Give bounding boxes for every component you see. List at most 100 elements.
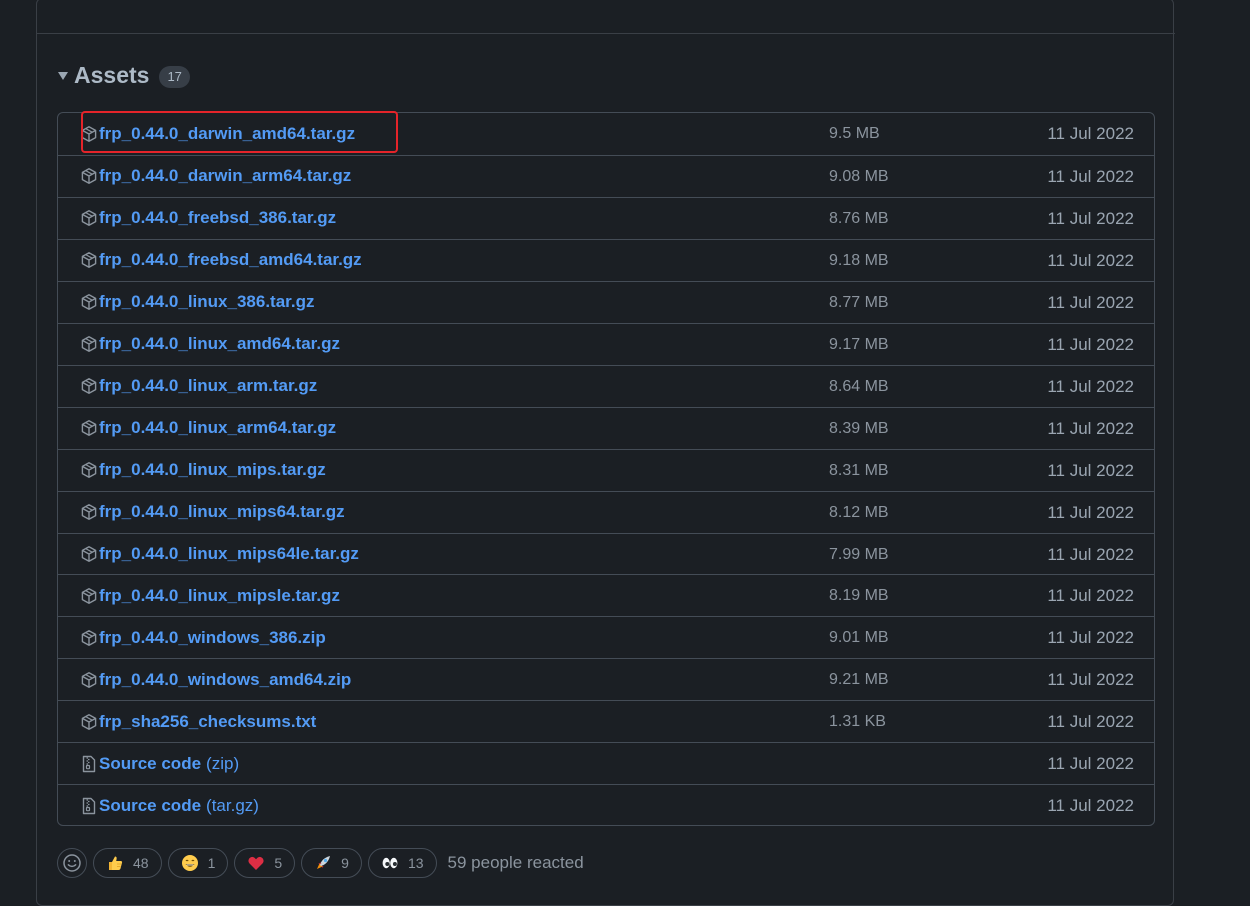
smiley-icon — [63, 854, 81, 872]
asset-date: 11 Jul 2022 — [1047, 754, 1134, 774]
caret-down-icon[interactable] — [58, 72, 68, 80]
asset-date: 11 Jul 2022 — [1047, 586, 1134, 606]
asset-size: 8.12 MB — [829, 503, 889, 521]
laugh-icon — [181, 854, 199, 872]
reaction-count: 13 — [407, 855, 424, 871]
asset-row: frp_0.44.0_linux_mips64.tar.gz 8.12 MB 11 … — [58, 490, 1154, 533]
asset-date: 11 Jul 2022 — [1047, 796, 1134, 816]
asset-format: (zip) — [206, 753, 240, 773]
asset-size: 8.64 MB — [829, 377, 889, 395]
asset-name: frp_0.44.0_linux_arm.tar.gz — [99, 376, 318, 396]
package-icon — [81, 629, 97, 646]
asset-row: frp_0.44.0_windows_amd64.zip 9.21 MB 11 Ju… — [58, 658, 1154, 700]
add-reaction-button[interactable] — [57, 848, 87, 878]
asset-row: Source code (zip) 11 Jul 2022 — [58, 742, 1154, 784]
asset-link[interactable]: frp_0.44.0_windows_amd64.zip — [80, 659, 351, 700]
asset-link[interactable]: frp_0.44.0_linux_mips64.tar.gz — [80, 492, 345, 533]
package-icon — [81, 462, 97, 478]
package-icon — [81, 125, 97, 142]
asset-date: 11 Jul 2022 — [1047, 292, 1134, 312]
asset-row: frp_sha256_checksums.txt 1.31 KB 11 Jul 20… — [58, 700, 1154, 742]
asset-date: 11 Jul 2022 — [1047, 334, 1134, 354]
asset-size: 7.99 MB — [829, 545, 889, 563]
assets-header[interactable]: Assets 17 — [58, 58, 190, 92]
reactions-bar: 48 1 5 9 13 59 people reacted — [57, 846, 584, 880]
reaction-rocket-button[interactable]: 9 — [301, 848, 362, 878]
asset-row: frp_0.44.0_linux_amd64.tar.gz 9.17 MB 11 J… — [58, 322, 1154, 365]
asset-size: 8.39 MB — [829, 419, 889, 437]
asset-row: frp_0.44.0_linux_386.tar.gz 8.77 MB 11 Jul… — [58, 280, 1154, 323]
asset-size: 1.31 KB — [829, 713, 886, 731]
asset-name: frp_0.44.0_linux_mips64le.tar.gz — [99, 544, 359, 563]
asset-link[interactable]: frp_0.44.0_linux_mips64le.tar.gz — [80, 534, 359, 575]
package-icon — [81, 671, 97, 688]
reaction-thumbs-up-button[interactable]: 48 — [93, 848, 162, 878]
package-icon — [81, 378, 97, 395]
asset-link[interactable]: Source code (tar.gz) — [80, 785, 259, 825]
asset-row: frp_0.44.0_linux_mipsle.tar.gz 8.19 MB 11 … — [58, 574, 1154, 616]
asset-date: 11 Jul 2022 — [1047, 712, 1134, 732]
asset-date: 11 Jul 2022 — [1047, 670, 1134, 690]
asset-row: frp_0.44.0_linux_arm.tar.gz 8.64 MB 11 Jul… — [58, 364, 1154, 407]
asset-date: 11 Jul 2022 — [1047, 502, 1134, 522]
assets-list: frp_0.44.0_darwin_amd64.tar.gz 9.5 MB 11 J… — [57, 112, 1155, 826]
asset-name: frp_0.44.0_linux_386.tar.gz — [99, 292, 315, 312]
asset-date: 11 Jul 2022 — [1047, 376, 1134, 396]
asset-size: 8.19 MB — [829, 587, 889, 605]
package-icon — [81, 588, 97, 604]
reaction-heart-button[interactable]: 5 — [234, 848, 296, 878]
asset-row: frp_0.44.0_linux_mips.tar.gz 8.31 MB 11 Ju… — [58, 448, 1154, 491]
asset-name: Source code — [99, 795, 202, 815]
asset-link[interactable]: frp_0.44.0_freebsd_amd64.tar.gz — [80, 240, 362, 281]
asset-size: 9.17 MB — [829, 335, 889, 353]
assets-count-badge: 17 — [159, 66, 190, 88]
package-icon — [81, 420, 97, 437]
reaction-count: 9 — [341, 855, 349, 871]
package-icon — [81, 210, 97, 227]
asset-link[interactable]: Source code (zip) — [80, 743, 239, 784]
asset-link[interactable]: frp_0.44.0_freebsd_386.tar.gz — [80, 198, 336, 239]
asset-row: frp_0.44.0_darwin_amd64.tar.gz 9.5 MB 11 J… — [58, 113, 1154, 155]
asset-link[interactable]: frp_0.44.0_darwin_arm64.tar.gz — [80, 156, 351, 197]
asset-row: Source code (tar.gz) 11 Jul 2022 — [58, 784, 1154, 825]
asset-size: 9.08 MB — [829, 167, 889, 185]
asset-size: 9.21 MB — [829, 671, 889, 689]
package-icon — [81, 713, 97, 730]
asset-name: frp_0.44.0_darwin_arm64.tar.gz — [99, 166, 352, 186]
asset-size: 8.76 MB — [829, 209, 889, 227]
asset-link[interactable]: frp_0.44.0_linux_arm.tar.gz — [80, 366, 317, 407]
asset-link[interactable]: frp_0.44.0_linux_amd64.tar.gz — [80, 324, 340, 365]
asset-name: frp_sha256_checksums.txt — [99, 711, 317, 731]
asset-link[interactable]: frp_0.44.0_windows_386.zip — [80, 617, 326, 658]
asset-row: frp_0.44.0_darwin_arm64.tar.gz 9.08 MB 11 … — [58, 154, 1154, 197]
asset-row: frp_0.44.0_linux_mips64le.tar.gz 7.99 MB 1… — [58, 532, 1154, 575]
asset-name: frp_0.44.0_windows_386.zip — [99, 627, 326, 647]
asset-date: 11 Jul 2022 — [1047, 166, 1134, 186]
file-zip-icon — [82, 797, 96, 814]
asset-name: frp_0.44.0_linux_mips64.tar.gz — [99, 502, 345, 522]
reaction-laugh-button[interactable]: 1 — [167, 848, 229, 878]
asset-size: 9.01 MB — [829, 629, 889, 647]
asset-link[interactable]: frp_0.44.0_linux_arm64.tar.gz — [80, 408, 336, 449]
asset-link[interactable]: frp_0.44.0_linux_386.tar.gz — [80, 282, 314, 323]
reaction-eyes-button[interactable]: 13 — [367, 848, 437, 878]
asset-row: frp_0.44.0_freebsd_386.tar.gz 8.76 MB 11 J… — [58, 196, 1154, 239]
asset-name: frp_0.44.0_freebsd_amd64.tar.gz — [99, 250, 362, 270]
asset-name: frp_0.44.0_linux_amd64.tar.gz — [99, 334, 340, 354]
reactions-summary[interactable]: 59 people reacted — [448, 853, 584, 873]
asset-size: 9.18 MB — [829, 251, 889, 269]
asset-date: 11 Jul 2022 — [1047, 460, 1134, 480]
asset-link[interactable]: frp_sha256_checksums.txt — [80, 701, 316, 742]
asset-link[interactable]: frp_0.44.0_linux_mipsle.tar.gz — [80, 575, 340, 616]
package-icon — [81, 546, 97, 562]
asset-size: 8.77 MB — [829, 293, 889, 311]
asset-name: frp_0.44.0_darwin_amd64.tar.gz — [99, 123, 356, 143]
file-zip-icon — [82, 755, 96, 772]
heart-icon — [247, 854, 265, 872]
package-icon — [81, 294, 97, 311]
asset-link[interactable]: frp_0.44.0_linux_mips.tar.gz — [80, 450, 326, 491]
asset-row: frp_0.44.0_windows_386.zip 9.01 MB 11 Jul … — [58, 616, 1154, 658]
asset-name: frp_0.44.0_linux_mipsle.tar.gz — [99, 585, 340, 605]
asset-link[interactable]: frp_0.44.0_darwin_amd64.tar.gz — [80, 113, 355, 154]
asset-date: 11 Jul 2022 — [1047, 208, 1134, 228]
